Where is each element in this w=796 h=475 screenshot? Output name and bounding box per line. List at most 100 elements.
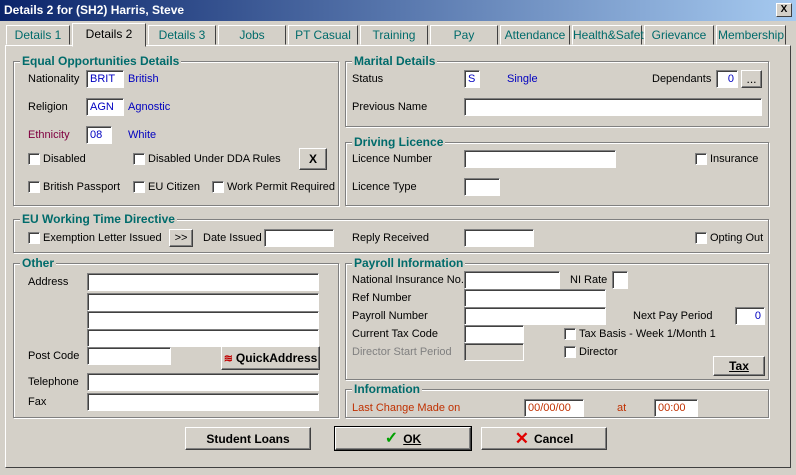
tab-attendance[interactable]: Attendance xyxy=(500,25,570,45)
telephone-label: Telephone xyxy=(28,376,79,388)
licence-type-input[interactable] xyxy=(464,178,500,196)
director-start-label: Director Start Period xyxy=(352,346,452,358)
reply-received-input[interactable] xyxy=(464,229,534,247)
tab-grievance[interactable]: Grievance xyxy=(644,25,714,45)
ref-number-label: Ref Number xyxy=(352,292,412,304)
fax-input[interactable] xyxy=(87,393,319,411)
other-title: Other xyxy=(20,256,57,270)
tab-membership[interactable]: Membership xyxy=(716,25,786,45)
telephone-input[interactable] xyxy=(87,373,319,391)
ni-input[interactable] xyxy=(464,271,560,289)
date-issued-label: Date Issued xyxy=(203,232,262,244)
at-label: at xyxy=(617,402,627,414)
exemption-letter-label: Exemption Letter Issued xyxy=(43,232,162,244)
quickaddress-button[interactable]: ≋ QuickAddress xyxy=(221,346,320,370)
close-button[interactable]: X xyxy=(776,3,792,17)
exemption-arrow-button[interactable]: >> xyxy=(169,229,193,247)
dependants-label: Dependants xyxy=(652,73,712,85)
previous-name-input[interactable] xyxy=(464,98,762,116)
religion-value: Agnostic xyxy=(128,101,171,113)
address-line-3-input[interactable] xyxy=(87,311,319,329)
religion-code-input[interactable]: AGN xyxy=(86,98,124,116)
eu-wtd-title: EU Working Time Directive xyxy=(20,212,177,226)
fax-label: Fax xyxy=(28,396,47,408)
exemption-letter-checkbox[interactable] xyxy=(28,232,40,244)
equal-opportunities-title: Equal Opportunities Details xyxy=(20,54,182,68)
tab-pt-casual[interactable]: PT Casual xyxy=(288,25,358,45)
next-pay-period-label: Next Pay Period xyxy=(633,310,713,322)
eu-citizen-checkbox[interactable] xyxy=(133,181,145,193)
religion-label: Religion xyxy=(28,101,68,113)
tab-details-1[interactable]: Details 1 xyxy=(6,25,70,45)
director-checkbox[interactable] xyxy=(564,346,576,358)
licence-number-input[interactable] xyxy=(464,150,616,168)
quickaddress-icon: ≋ xyxy=(223,352,233,365)
last-change-time-input: 00:00 xyxy=(654,399,698,417)
ref-number-input[interactable] xyxy=(464,289,606,307)
work-permit-label: Work Permit Required xyxy=(227,181,335,193)
post-code-input[interactable] xyxy=(87,347,171,365)
insurance-checkbox[interactable] xyxy=(695,153,707,165)
tab-details-3[interactable]: Details 3 xyxy=(148,25,216,45)
student-loans-button[interactable]: Student Loans xyxy=(185,427,311,450)
cross-icon: ✕ xyxy=(514,428,529,448)
dependants-input[interactable]: 0 xyxy=(716,70,738,88)
director-label: Director xyxy=(579,346,618,358)
student-loans-label: Student Loans xyxy=(206,431,290,446)
reply-received-label: Reply Received xyxy=(352,232,430,244)
nationality-code-input[interactable]: BRIT xyxy=(86,70,124,88)
date-issued-input[interactable] xyxy=(264,229,334,247)
clear-button[interactable]: X xyxy=(299,148,327,170)
driving-licence-title: Driving Licence xyxy=(352,135,446,149)
current-tax-code-label: Current Tax Code xyxy=(352,328,439,340)
british-passport-checkbox[interactable] xyxy=(28,181,40,193)
previous-name-label: Previous Name xyxy=(352,101,428,113)
eu-citizen-label: EU Citizen xyxy=(148,181,200,193)
disabled-dda-checkbox[interactable] xyxy=(133,153,145,165)
quickaddress-label: QuickAddress xyxy=(235,351,318,365)
tab-training[interactable]: Training xyxy=(360,25,428,45)
post-code-label: Post Code xyxy=(28,350,80,362)
nationality-label: Nationality xyxy=(28,73,80,85)
tab-health-safety[interactable]: Health&Safety xyxy=(572,25,650,45)
cancel-label: Cancel xyxy=(533,431,574,446)
tab-pay[interactable]: Pay xyxy=(430,25,498,45)
ni-rate-label: NI Rate xyxy=(570,274,608,286)
payroll-number-input[interactable] xyxy=(464,307,606,325)
licence-type-label: Licence Type xyxy=(352,181,417,193)
work-permit-checkbox[interactable] xyxy=(212,181,224,193)
address-line-4-input[interactable] xyxy=(87,329,319,347)
status-label: Status xyxy=(352,73,384,85)
cancel-button[interactable]: ✕ Cancel xyxy=(481,427,607,450)
director-start-input xyxy=(464,343,524,361)
ethnicity-code-input[interactable]: 08 xyxy=(86,126,112,144)
ethnicity-value: White xyxy=(128,129,157,141)
address-line-2-input[interactable] xyxy=(87,293,319,311)
dependants-lookup-button[interactable]: ... xyxy=(741,70,762,88)
tab-jobs[interactable]: Jobs xyxy=(218,25,286,45)
window-title: Details 2 for (SH2) Harris, Steve xyxy=(4,3,185,17)
insurance-label: Insurance xyxy=(710,153,759,165)
disabled-checkbox[interactable] xyxy=(28,153,40,165)
ni-label: National Insurance No. xyxy=(352,274,464,286)
current-tax-code-input[interactable] xyxy=(464,325,524,343)
status-code-input[interactable]: S xyxy=(464,70,480,88)
last-change-label: Last Change Made on xyxy=(352,402,461,414)
tab-details-2[interactable]: Details 2 xyxy=(72,23,146,47)
opting-out-checkbox[interactable] xyxy=(695,232,707,244)
ni-rate-input[interactable] xyxy=(612,271,628,289)
nationality-value: British xyxy=(128,73,159,85)
ok-label: OK xyxy=(403,431,422,446)
address-line-1-input[interactable] xyxy=(87,273,319,291)
tax-button[interactable]: Tax xyxy=(713,356,765,376)
marital-details-group: Marital Details xyxy=(345,54,769,127)
address-label: Address xyxy=(28,276,69,288)
tax-basis-checkbox[interactable] xyxy=(564,328,576,340)
information-title: Information xyxy=(352,382,422,396)
next-pay-period-input[interactable]: 0 xyxy=(735,307,765,325)
tax-basis-label: Tax Basis - Week 1/Month 1 xyxy=(579,328,716,340)
payroll-number-label: Payroll Number xyxy=(352,310,428,322)
ok-button[interactable]: ✓ OK xyxy=(334,426,472,451)
disabled-label: Disabled xyxy=(43,153,86,165)
tax-button-label: Tax xyxy=(729,359,749,373)
